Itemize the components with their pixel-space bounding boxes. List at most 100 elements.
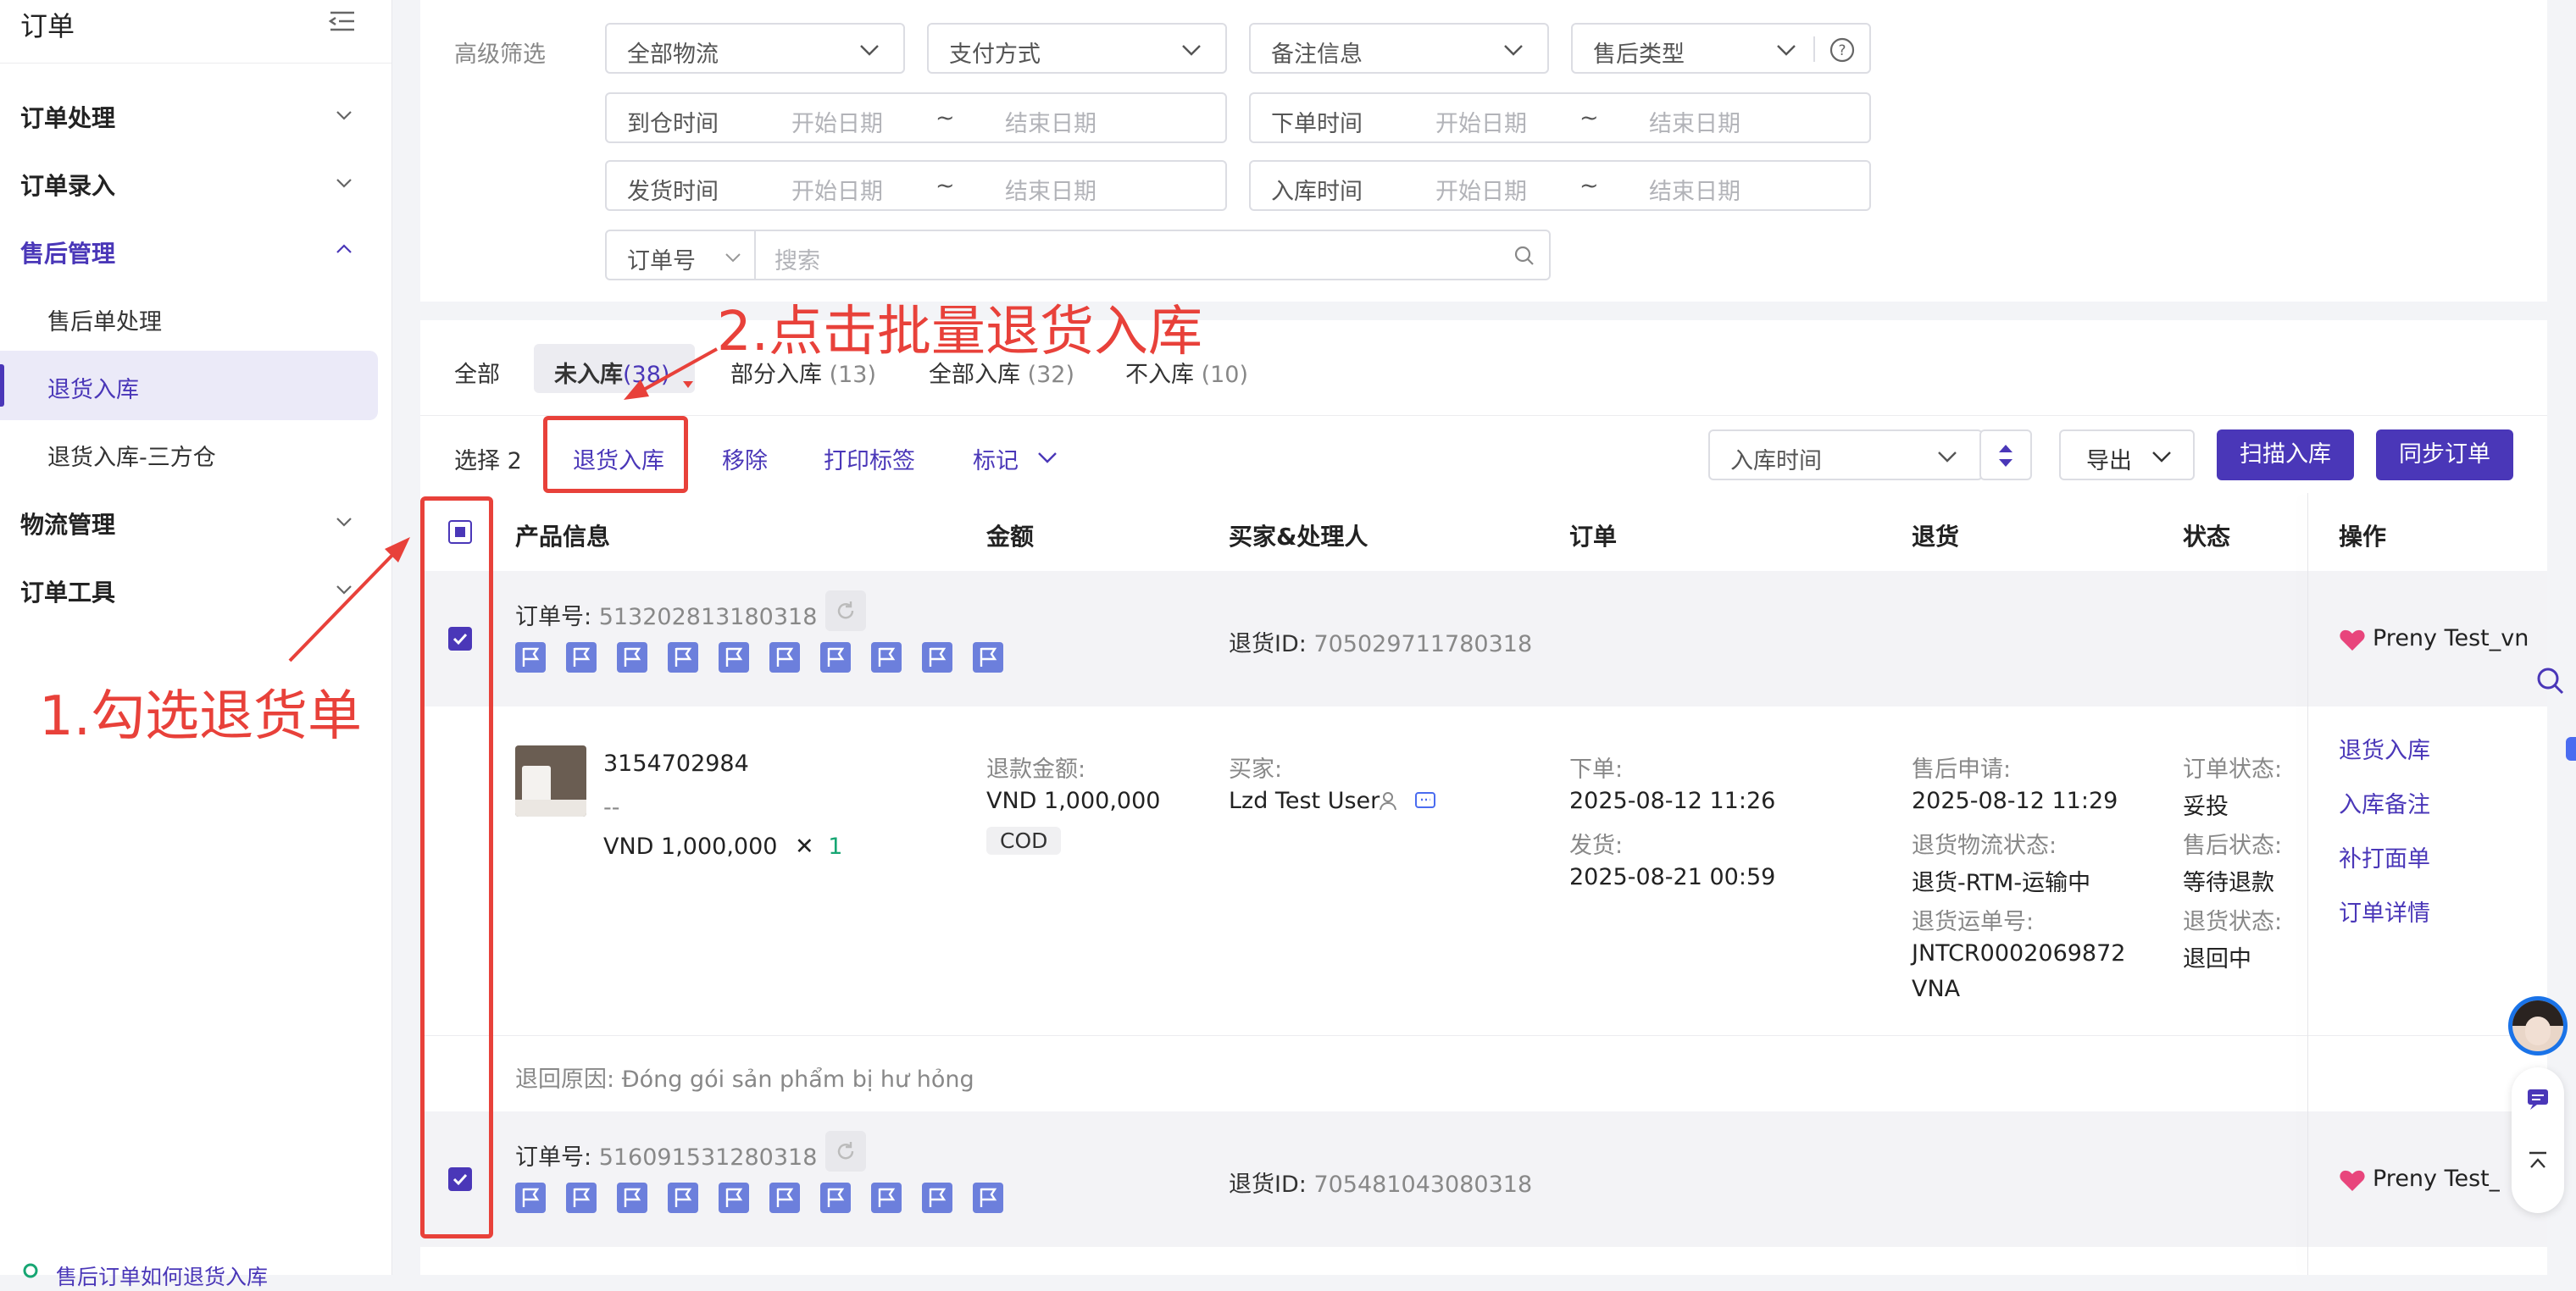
search-icon[interactable]: [1512, 243, 1537, 269]
svg-text:?: ?: [1838, 42, 1846, 59]
op-stock-remark[interactable]: 入库备注: [2339, 786, 2430, 819]
stock-in-start-input[interactable]: 开始日期: [1435, 173, 1527, 206]
op-order-detail[interactable]: 订单详情: [2339, 895, 2430, 928]
order-end-input[interactable]: 结束日期: [1649, 105, 1740, 138]
sort-order-button[interactable]: [1979, 429, 2032, 480]
sidebar-item-aftersale-processing[interactable]: 售后单处理: [47, 303, 162, 336]
arrival-end-input[interactable]: 结束日期: [1005, 105, 1096, 138]
flag-icon[interactable]: [515, 642, 546, 673]
message-icon[interactable]: [2525, 1086, 2551, 1111]
flag-icon[interactable]: [668, 1183, 698, 1213]
sidebar-group-aftersales[interactable]: 售后管理: [20, 235, 115, 269]
op-return-stock[interactable]: 退货入库: [2339, 732, 2430, 765]
flag-icon[interactable]: [617, 1183, 647, 1213]
refresh-icon: [837, 1142, 854, 1160]
order-no-value: 513202813180318: [598, 604, 818, 630]
flag-icon[interactable]: [668, 642, 698, 673]
sidebar-group-logistics[interactable]: 物流管理: [20, 507, 115, 540]
tab-all[interactable]: 全部: [454, 356, 500, 389]
floating-toolbar: [2512, 1067, 2564, 1213]
arrival-time-range[interactable]: 到仓时间 开始日期 ~ 结束日期: [605, 92, 1227, 143]
sync-orders-button[interactable]: 同步订单: [2376, 429, 2513, 480]
flag-icon[interactable]: [515, 1183, 546, 1213]
refund-amount: VND 1,000,000: [986, 788, 1161, 814]
sticky-column-edge: [2307, 493, 2308, 1275]
print-label-button[interactable]: 打印标签: [824, 442, 915, 475]
back-to-top-icon[interactable]: [2525, 1149, 2551, 1174]
sync-icon[interactable]: [825, 1131, 866, 1172]
chat-icon[interactable]: [1413, 790, 1437, 813]
op-reprint-waybill[interactable]: 补打面单: [2339, 840, 2430, 873]
flag-icon[interactable]: [871, 642, 902, 673]
arrival-start-input[interactable]: 开始日期: [791, 105, 883, 138]
flag-icon[interactable]: [922, 642, 952, 673]
search-input[interactable]: 搜索: [754, 230, 1551, 280]
flag-icon[interactable]: [617, 642, 647, 673]
sort-field-select[interactable]: 入库时间: [1708, 429, 1983, 480]
logistics-select[interactable]: 全部物流: [605, 23, 905, 74]
ship-time-label: 发货:: [1569, 833, 1624, 859]
help-link[interactable]: 售后订单如何退货入库: [56, 1261, 268, 1291]
payment-tag: COD: [986, 827, 1062, 855]
flag-icon[interactable]: [973, 642, 1003, 673]
flag-icon[interactable]: [820, 1183, 851, 1213]
help-circle-icon[interactable]: ?: [1829, 36, 1856, 64]
scan-stock-in-button[interactable]: 扫描入库: [2217, 429, 2354, 480]
ship-end-input[interactable]: 结束日期: [1005, 173, 1096, 206]
collapse-menu-icon[interactable]: [327, 8, 358, 34]
order-time-label: 下单时间: [1271, 111, 1363, 137]
flag-icon[interactable]: [719, 1183, 749, 1213]
filter-panel: 高级筛选 全部物流 支付方式 备注信息 售后类型 ? 到仓时间 开始日期 ~ 结…: [420, 0, 2547, 302]
tab-count: (10): [1201, 362, 1249, 388]
remark-select[interactable]: 备注信息: [1249, 23, 1549, 74]
assistant-avatar[interactable]: [2508, 996, 2568, 1056]
chevron-down-icon[interactable]: [1035, 446, 1059, 469]
search-icon[interactable]: [2534, 664, 2568, 698]
flag-icon[interactable]: [566, 642, 597, 673]
col-order: 订单: [1569, 523, 1618, 551]
user-icon[interactable]: [1378, 790, 1402, 813]
sidebar-item-return-stock[interactable]: 退货入库: [47, 371, 139, 404]
order-start-input[interactable]: 开始日期: [1435, 105, 1527, 138]
stock-in-time-range[interactable]: 入库时间 开始日期 ~ 结束日期: [1249, 160, 1871, 211]
flag-list: [515, 1183, 1024, 1216]
sync-icon[interactable]: [825, 590, 866, 631]
chevron-down-icon[interactable]: [334, 579, 354, 600]
flag-icon[interactable]: [769, 642, 800, 673]
chevron-down-icon[interactable]: [334, 173, 354, 193]
order-no: 订单号: 513202813180318: [515, 598, 817, 631]
flag-icon[interactable]: [769, 1183, 800, 1213]
remark-select-value: 备注信息: [1271, 42, 1363, 68]
mark-button[interactable]: 标记: [973, 442, 1019, 475]
flag-icon[interactable]: [871, 1183, 902, 1213]
heart-shop-icon: [2340, 629, 2365, 651]
remove-button[interactable]: 移除: [722, 442, 768, 475]
product-thumbnail[interactable]: [515, 745, 586, 817]
qty-multiply: ✕: [795, 834, 814, 860]
tab-not-stocked[interactable]: 未入库(38): [554, 356, 669, 389]
export-button[interactable]: 导出: [2059, 429, 2195, 480]
sidebar-group-order-processing[interactable]: 订单处理: [20, 100, 115, 134]
flag-icon[interactable]: [719, 642, 749, 673]
flag-icon[interactable]: [973, 1183, 1003, 1213]
flag-icon[interactable]: [820, 642, 851, 673]
payment-select[interactable]: 支付方式: [927, 23, 1227, 74]
order-no-label: 订单号:: [515, 1144, 592, 1171]
col-actions: 操作: [2339, 523, 2387, 551]
chevron-down-icon[interactable]: [334, 105, 354, 125]
ship-time-range[interactable]: 发货时间 开始日期 ~ 结束日期: [605, 160, 1227, 211]
order-time-range[interactable]: 下单时间 开始日期 ~ 结束日期: [1249, 92, 1871, 143]
chevron-down-icon[interactable]: [334, 512, 354, 532]
ship-start-input[interactable]: 开始日期: [791, 173, 883, 206]
sidebar-item-return-stock-3pl[interactable]: 退货入库-三方仓: [47, 439, 216, 472]
sidebar-group-order-entry[interactable]: 订单录入: [20, 168, 115, 202]
flag-icon[interactable]: [922, 1183, 952, 1213]
search-field-select[interactable]: 订单号: [605, 230, 756, 280]
flag-icon[interactable]: [566, 1183, 597, 1213]
side-tab[interactable]: [2566, 737, 2576, 761]
stock-in-end-input[interactable]: 结束日期: [1649, 173, 1740, 206]
sidebar-group-order-tools[interactable]: 订单工具: [20, 574, 115, 608]
stock-in-time-label: 入库时间: [1271, 179, 1363, 205]
aftersale-type-select[interactable]: 售后类型 ?: [1571, 23, 1871, 74]
chevron-up-icon[interactable]: [334, 239, 354, 259]
